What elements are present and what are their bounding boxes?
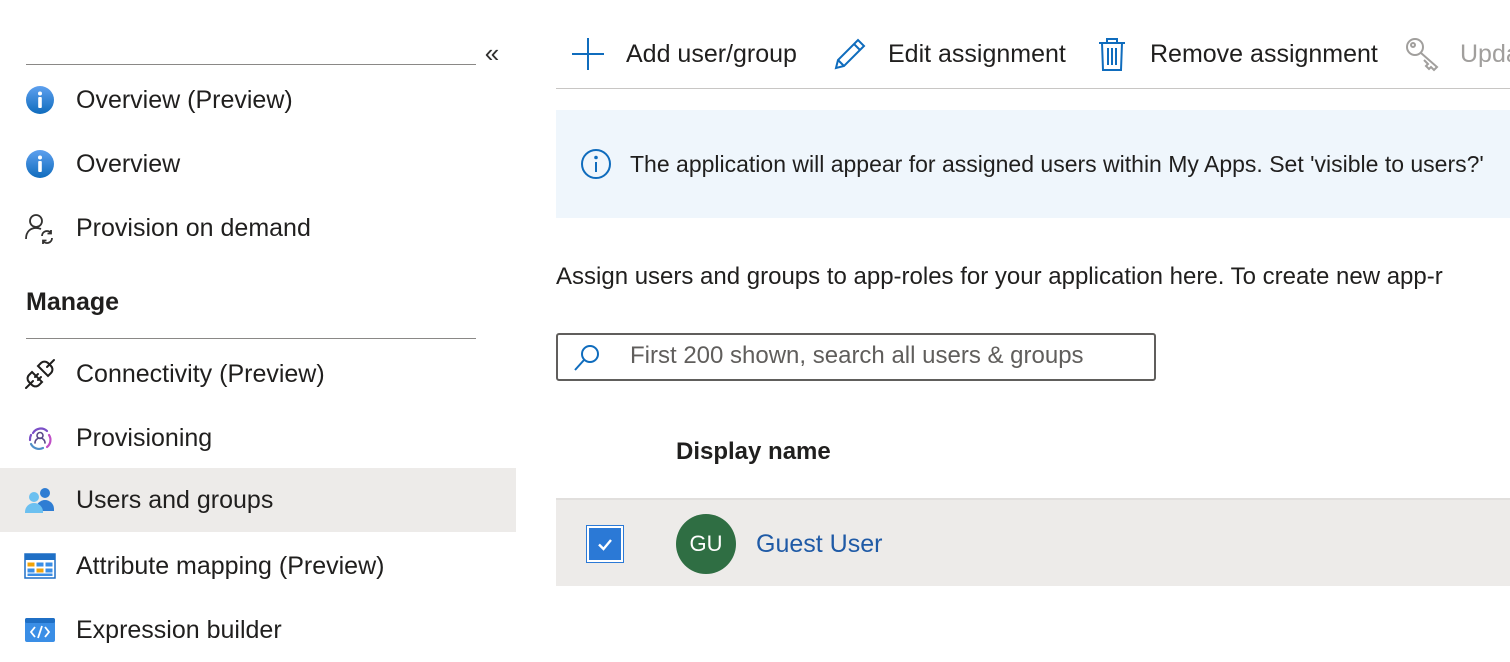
sidebar-item-label: Attribute mapping (Preview) — [76, 552, 385, 580]
command-bar-divider — [556, 88, 1510, 89]
add-user-group-label: Add user/group — [626, 39, 797, 68]
pencil-icon — [830, 34, 870, 74]
section-heading-manage: Manage — [26, 288, 120, 316]
search-icon — [572, 343, 602, 373]
user-sync-icon — [24, 212, 56, 244]
search-box[interactable] — [556, 333, 1156, 381]
add-user-group-button[interactable]: Add user/group — [568, 22, 797, 86]
remove-assignment-label: Remove assignment — [1150, 39, 1378, 68]
info-banner-text: The application will appear for assigned… — [630, 151, 1484, 177]
sidebar-item-overview[interactable]: Overview — [0, 132, 516, 196]
column-header-display-name[interactable]: Display name — [676, 438, 831, 466]
update-credentials-label: Upda — [1460, 39, 1510, 68]
user-display-name-link[interactable]: Guest User — [756, 500, 882, 588]
sidebar-item-expression-builder[interactable]: Expression builder — [0, 598, 516, 662]
update-credentials-button[interactable]: Upda — [1402, 22, 1510, 86]
info-icon — [24, 84, 56, 116]
remove-assignment-button[interactable]: Remove assignment — [1092, 22, 1378, 86]
sidebar-item-label: Provision on demand — [76, 214, 311, 242]
sidebar-item-overview-preview[interactable]: Overview (Preview) — [0, 68, 516, 132]
sidebar-item-attribute-mapping-preview[interactable]: Attribute mapping (Preview) — [0, 534, 516, 598]
code-icon — [24, 614, 56, 646]
provisioning-icon — [24, 422, 56, 454]
command-bar: Add user/group Edit assignment Remove as… — [556, 22, 1510, 86]
trash-icon — [1092, 34, 1132, 74]
main-content: Add user/group Edit assignment Remove as… — [556, 0, 1510, 660]
search-input[interactable] — [630, 337, 1130, 375]
info-outline-icon — [580, 148, 612, 180]
plus-icon — [568, 34, 608, 74]
sidebar-item-label: Connectivity (Preview) — [76, 360, 325, 388]
edit-assignment-label: Edit assignment — [888, 39, 1066, 68]
info-banner: The application will appear for assigned… — [556, 110, 1510, 218]
info-icon — [24, 148, 56, 180]
sidebar-item-provisioning[interactable]: Provisioning — [0, 406, 516, 470]
plug-icon — [24, 358, 56, 390]
page-description: Assign users and groups to app-roles for… — [556, 263, 1443, 290]
edit-assignment-button[interactable]: Edit assignment — [830, 22, 1066, 86]
double-chevron-left-icon: « — [484, 38, 500, 68]
manage-divider — [26, 338, 476, 339]
sidebar-item-label: Provisioning — [76, 424, 213, 452]
row-checkbox[interactable] — [587, 526, 623, 562]
sidebar-item-label: Users and groups — [76, 486, 274, 514]
sidebar: « Overview (Preview) Overview Provision … — [0, 0, 516, 660]
sidebar-item-users-and-groups[interactable]: Users and groups — [0, 468, 516, 532]
sidebar-top-divider — [26, 64, 476, 65]
users-icon — [24, 484, 56, 516]
sidebar-item-label: Expression builder — [76, 616, 282, 644]
collapse-sidebar-button[interactable]: « — [480, 40, 504, 68]
sidebar-item-label: Overview (Preview) — [76, 86, 293, 114]
avatar: GU — [676, 514, 736, 574]
sidebar-item-connectivity-preview[interactable]: Connectivity (Preview) — [0, 342, 516, 406]
sidebar-item-provision-on-demand[interactable]: Provision on demand — [0, 196, 516, 260]
table-icon — [24, 550, 56, 582]
checkmark-icon — [598, 539, 612, 551]
key-icon — [1402, 34, 1442, 74]
table-row[interactable]: GU Guest User — [556, 500, 1510, 586]
sidebar-item-label: Overview — [76, 150, 181, 178]
